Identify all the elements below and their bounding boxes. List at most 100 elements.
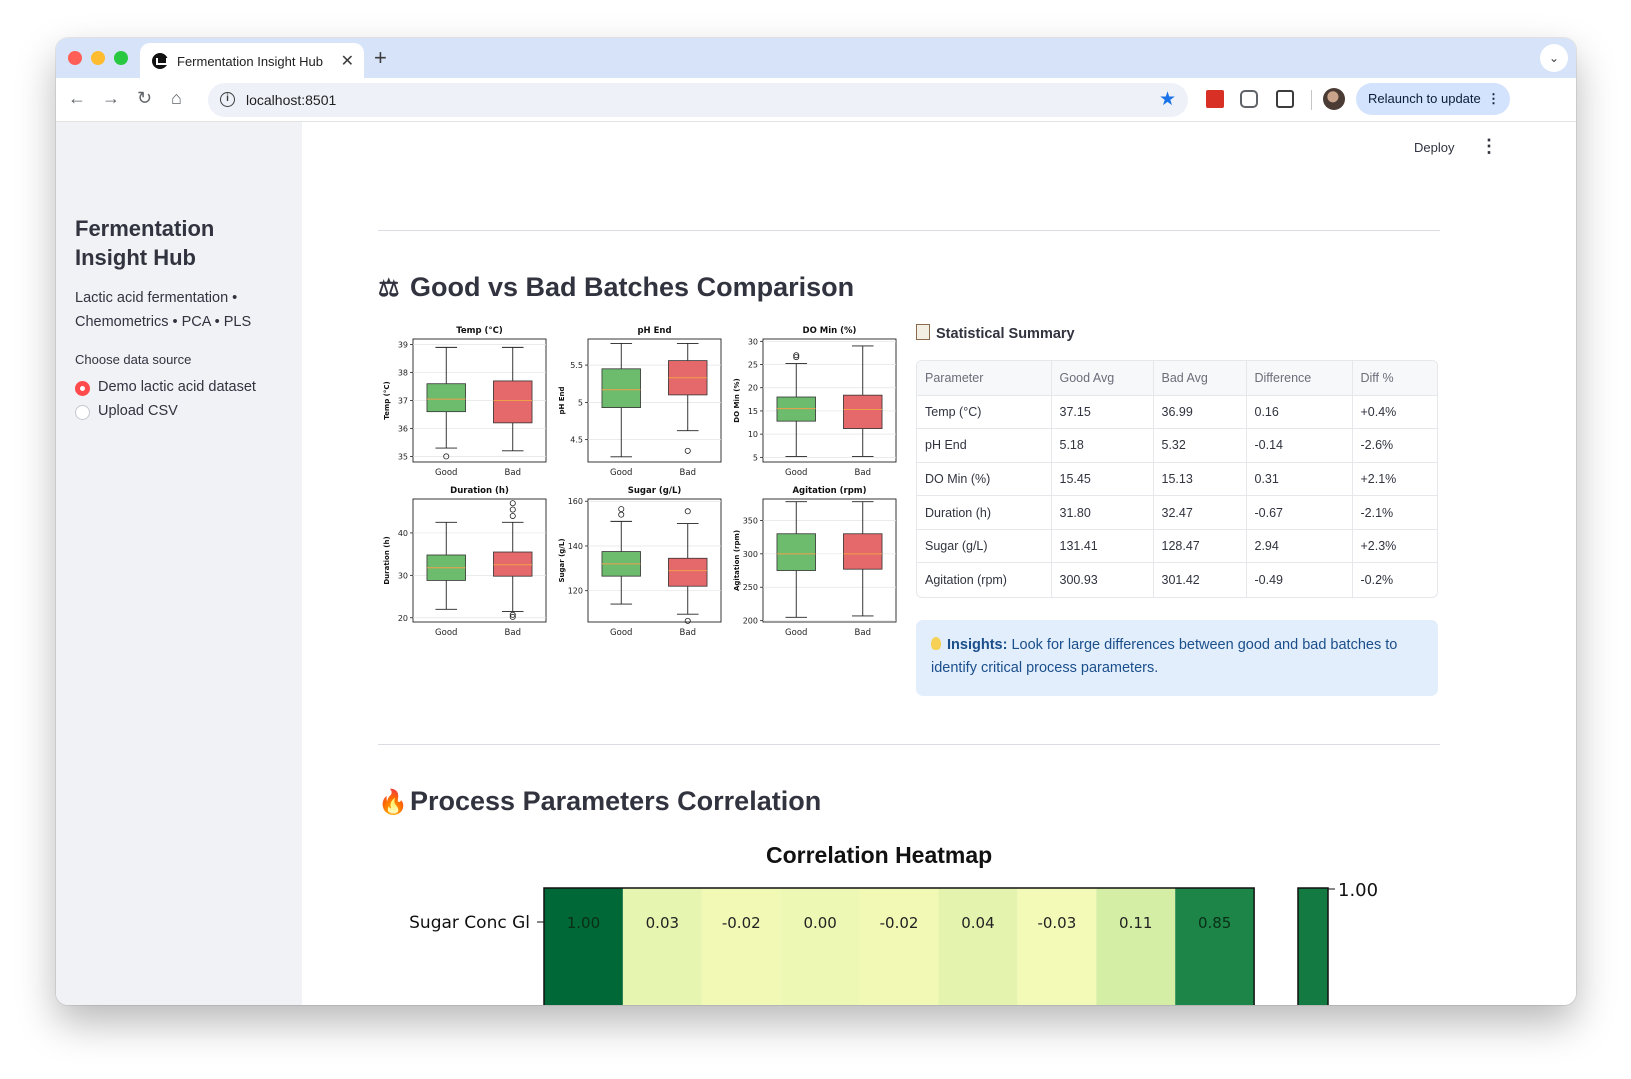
relaunch-button[interactable]: Relaunch to update ⋮: [1356, 83, 1510, 115]
box-bad: [493, 551, 533, 577]
x-tick-label: Bad: [680, 628, 696, 638]
tick-label: 15: [748, 407, 758, 416]
x-tick-label: Good: [610, 628, 632, 638]
tick-label: 350: [743, 516, 758, 525]
tick-label: 37: [398, 397, 408, 406]
table-header-row: Parameter Good Avg Bad Avg Difference Di…: [917, 361, 1437, 396]
x-tick-label: Good: [435, 468, 457, 478]
x-tick-label: Bad: [505, 628, 521, 638]
tab-close-icon[interactable]: ✕: [341, 51, 354, 71]
cell-value: 0.04: [961, 914, 994, 932]
table-cell: 131.41: [1051, 529, 1154, 564]
panel-title: pH End: [637, 326, 671, 336]
tab-search-icon[interactable]: ⌄: [1540, 44, 1568, 72]
boxplot-panel: pH End pH End 4.5 5 5.5 Good Bad: [558, 326, 722, 478]
x-tick-label: Bad: [680, 468, 696, 478]
column-header[interactable]: Difference: [1246, 361, 1353, 396]
tick-label: 5.5: [570, 361, 583, 370]
divider: [378, 744, 1440, 745]
heatmap-cell: [622, 888, 702, 1005]
table-cell: Agitation (rpm): [917, 562, 1052, 597]
y-axis-label: pH End: [558, 386, 566, 414]
close-window-button[interactable]: [68, 51, 82, 65]
chat-extension-icon[interactable]: [1240, 90, 1258, 108]
table-cell: -0.67: [1246, 495, 1353, 530]
tick-label: 300: [743, 550, 758, 559]
address-bar[interactable]: i localhost:8501 ★: [208, 83, 1188, 117]
x-tick-label: Bad: [855, 628, 871, 638]
table-cell: Temp (°C): [917, 395, 1052, 430]
browser-window: Fermentation Insight Hub ✕ + ⌄ ← → ↻ ⌂ i…: [56, 38, 1576, 1005]
cell-value: -0.02: [722, 914, 761, 932]
tick-label: 38: [398, 369, 408, 378]
row-label: Sugar Conc Gl: [409, 913, 530, 933]
table-cell: 128.47: [1153, 529, 1247, 564]
box-good: [426, 383, 466, 413]
deploy-button[interactable]: Deploy: [1414, 140, 1454, 155]
x-tick-label: Good: [435, 628, 457, 638]
radio-unselected-icon[interactable]: [75, 405, 90, 420]
radio-label[interactable]: Demo lactic acid dataset: [98, 379, 256, 395]
relaunch-label: Relaunch to update: [1368, 91, 1481, 106]
tick-label: 30: [748, 337, 758, 346]
cell-value: 0.00: [803, 914, 836, 932]
divider: [378, 230, 1440, 231]
panel-title: DO Min (%): [803, 326, 857, 336]
table-cell: -2.6%: [1352, 428, 1437, 463]
new-tab-icon[interactable]: +: [374, 45, 387, 71]
radio-selected-icon[interactable]: [75, 381, 90, 396]
box-bad: [493, 380, 533, 424]
table-cell: 0.31: [1246, 462, 1353, 497]
app-menu-icon[interactable]: ⋮: [1480, 136, 1498, 157]
bookmark-extension-icon[interactable]: [1206, 90, 1224, 108]
star-icon[interactable]: ★: [1159, 88, 1176, 111]
heatmap-cell: [544, 888, 623, 1005]
tick-label: 10: [748, 430, 758, 439]
colorbar: [1297, 887, 1329, 1005]
stats-table[interactable]: Parameter Good Avg Bad Avg Difference Di…: [916, 360, 1438, 598]
y-axis-label: Duration (h): [383, 536, 391, 584]
tick-label: 5: [578, 398, 583, 407]
tick-label: 40: [398, 529, 408, 538]
column-header[interactable]: Diff %: [1352, 361, 1437, 396]
radio-label[interactable]: Upload CSV: [98, 403, 178, 419]
table-cell: -0.49: [1246, 562, 1353, 597]
info-icon[interactable]: i: [220, 92, 235, 107]
cell-value: 0.03: [646, 914, 679, 932]
cell-value: 0.11: [1119, 914, 1152, 932]
reload-icon[interactable]: ↻: [137, 88, 152, 109]
insight-callout: Insights: Look for large differences bet…: [916, 620, 1438, 696]
panel-title: Agitation (rpm): [792, 486, 866, 496]
column-header[interactable]: Bad Avg: [1153, 361, 1247, 396]
table-cell: Sugar (g/L): [917, 529, 1052, 564]
table-row: Duration (h) 31.80 32.47 -0.67 -2.1%: [917, 495, 1437, 530]
table-cell: 2.94: [1246, 529, 1353, 564]
table-row: DO Min (%) 15.45 15.13 0.31 +2.1%: [917, 462, 1437, 497]
sidebar-title: Fermentation Insight Hub: [75, 216, 215, 270]
browser-tab[interactable]: Fermentation Insight Hub ✕: [140, 43, 364, 78]
boxplot-panel: Temp (°C) Temp (°C) 35 36 37 38 39 Good Bad: [383, 326, 547, 478]
column-header[interactable]: Good Avg: [1051, 361, 1154, 396]
heatmap-cell: [780, 888, 860, 1005]
forward-icon[interactable]: →: [102, 88, 120, 109]
minimize-window-button[interactable]: [91, 51, 105, 65]
table-cell: 15.13: [1153, 462, 1247, 497]
boxplot-panel: Agitation (rpm) Agitation (rpm) 200 250 300 3…: [733, 486, 897, 638]
column-header[interactable]: Parameter: [917, 361, 1052, 396]
x-tick-label: Good: [785, 468, 807, 478]
avatar[interactable]: [1323, 88, 1345, 110]
back-icon[interactable]: ←: [68, 88, 86, 109]
url-text[interactable]: localhost:8501: [246, 92, 336, 108]
table-cell: 5.32: [1153, 428, 1247, 463]
y-axis-label: Sugar (g/L): [558, 538, 566, 582]
browser-menu-icon[interactable]: ⋮: [1487, 83, 1500, 115]
home-icon[interactable]: ⌂: [171, 88, 182, 109]
table-cell: 0.16: [1246, 395, 1353, 430]
tick-label: 35: [398, 452, 408, 461]
puzzle-icon[interactable]: [1276, 90, 1294, 108]
heatmap-cell: [1175, 888, 1255, 1005]
zoom-window-button[interactable]: [114, 51, 128, 65]
insight-label: Insights:: [947, 637, 1008, 653]
table-cell: DO Min (%): [917, 462, 1052, 497]
sidebar: Fermentation Insight Hub Lactic acid fer…: [56, 122, 302, 1005]
